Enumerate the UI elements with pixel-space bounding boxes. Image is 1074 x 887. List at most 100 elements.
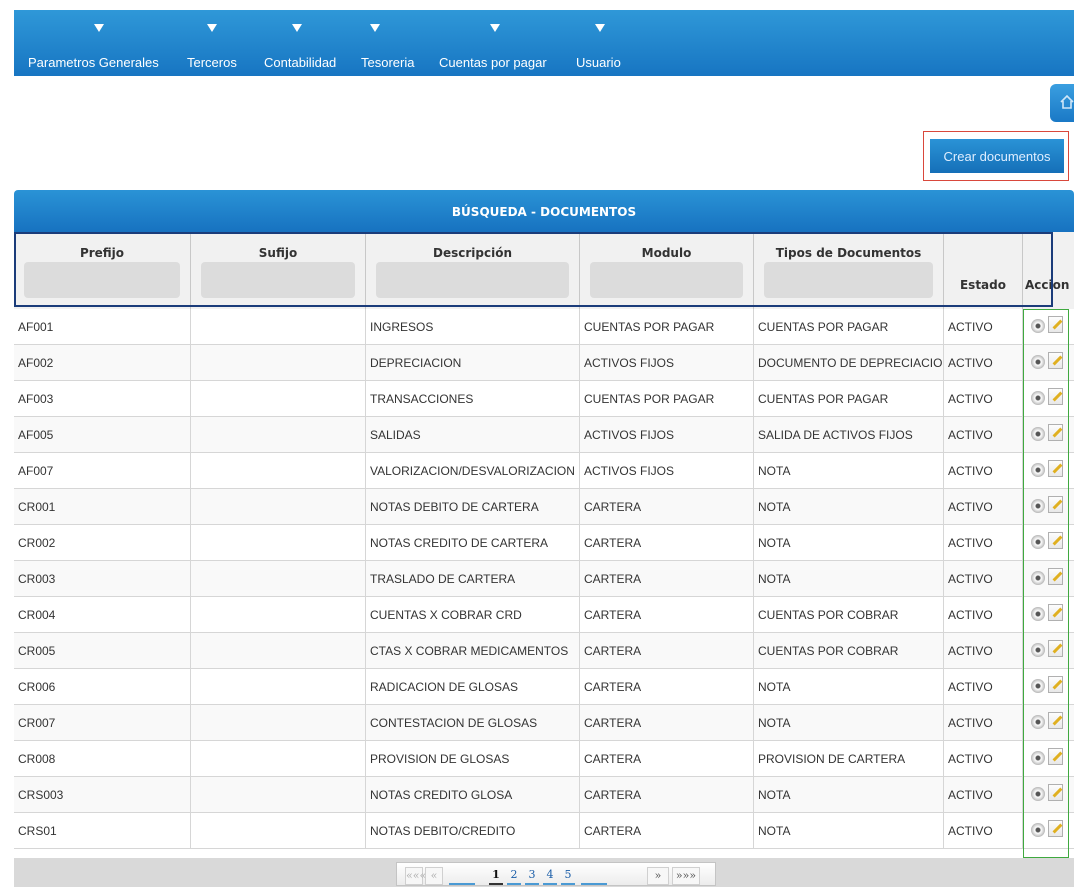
cell-estado: ACTIVO	[944, 705, 1023, 740]
cell-estado: ACTIVO	[944, 777, 1023, 812]
first-page-button[interactable]: «««	[405, 867, 426, 885]
page-1-button[interactable]: 1	[489, 867, 503, 885]
cell-prefijo: AF003	[14, 381, 191, 416]
dropdown-arrow-icon	[595, 24, 605, 32]
view-eye-icon[interactable]	[1031, 607, 1045, 621]
table-row: CR003 TRASLADO DE CARTERA CARTERA NOTA ACTIV…	[14, 561, 1074, 597]
descripcion-filter-input[interactable]	[376, 262, 569, 298]
view-eye-icon[interactable]	[1031, 715, 1045, 729]
column-header: Accion	[1025, 278, 1070, 292]
cell-prefijo: CR007	[14, 705, 191, 740]
cell-estado: ACTIVO	[944, 813, 1023, 848]
cell-prefijo: CR001	[14, 489, 191, 524]
table-row: CR008 PROVISION DE GLOSAS CARTERA PROVISION…	[14, 741, 1074, 777]
cell-prefijo: CR005	[14, 633, 191, 668]
view-eye-icon[interactable]	[1031, 427, 1045, 441]
cell-tipo-documento: CUENTAS POR PAGAR	[754, 309, 944, 344]
cell-accion	[1023, 453, 1074, 488]
view-eye-icon[interactable]	[1031, 355, 1045, 369]
view-eye-icon[interactable]	[1031, 499, 1045, 513]
edit-pencil-icon[interactable]	[1048, 496, 1063, 513]
edit-pencil-icon[interactable]	[1048, 388, 1063, 405]
modulo-filter-input[interactable]	[590, 262, 743, 298]
view-eye-icon[interactable]	[1031, 391, 1045, 405]
cell-descripcion: CTAS X COBRAR MEDICAMENTOS	[366, 633, 580, 668]
cell-descripcion: CUENTAS X COBRAR CRD	[366, 597, 580, 632]
view-eye-icon[interactable]	[1031, 463, 1045, 477]
cell-modulo: CUENTAS POR PAGAR	[580, 309, 754, 344]
edit-pencil-icon[interactable]	[1048, 532, 1063, 549]
cell-modulo: ACTIVOS FIJOS	[580, 453, 754, 488]
view-eye-icon[interactable]	[1031, 319, 1045, 333]
cell-prefijo: CRS003	[14, 777, 191, 812]
dropdown-arrow-icon	[370, 24, 380, 32]
column-estado: Estado	[944, 232, 1023, 309]
cell-modulo: CARTERA	[580, 741, 754, 776]
cell-modulo: CARTERA	[580, 813, 754, 848]
nav-label: Parametros Generales	[28, 55, 159, 70]
cell-prefijo: CRS01	[14, 813, 191, 848]
cell-estado: ACTIVO	[944, 345, 1023, 380]
cell-descripcion: NOTAS CREDITO DE CARTERA	[366, 525, 580, 560]
edit-pencil-icon[interactable]	[1048, 604, 1063, 621]
view-eye-icon[interactable]	[1031, 571, 1045, 585]
edit-pencil-icon[interactable]	[1048, 676, 1063, 693]
tipos-filter-input[interactable]	[764, 262, 933, 298]
column-header: Descripción	[433, 246, 512, 260]
column-prefijo: Prefijo	[14, 232, 191, 309]
cell-accion	[1023, 525, 1074, 560]
view-eye-icon[interactable]	[1031, 787, 1045, 801]
cell-prefijo: AF007	[14, 453, 191, 488]
edit-pencil-icon[interactable]	[1048, 424, 1063, 441]
view-eye-icon[interactable]	[1031, 823, 1045, 837]
nav-label: Tesoreria	[361, 55, 415, 70]
home-button[interactable]	[1050, 84, 1074, 122]
prefijo-filter-input[interactable]	[24, 262, 180, 298]
cell-prefijo: AF001	[14, 309, 191, 344]
cell-prefijo: AF002	[14, 345, 191, 380]
page-4-button[interactable]: 4	[543, 867, 557, 885]
column-accion: Accion	[1023, 232, 1074, 309]
page-2-button[interactable]: 2	[507, 867, 521, 885]
sufijo-filter-input[interactable]	[201, 262, 355, 298]
edit-pencil-icon[interactable]	[1048, 460, 1063, 477]
table-row: CR001 NOTAS DEBITO DE CARTERA CARTERA NOTA A…	[14, 489, 1074, 525]
cell-descripcion: NOTAS DEBITO/CREDITO	[366, 813, 580, 848]
cell-descripcion: DEPRECIACION	[366, 345, 580, 380]
cell-modulo: ACTIVOS FIJOS	[580, 345, 754, 380]
edit-pencil-icon[interactable]	[1048, 568, 1063, 585]
table-row: CR005 CTAS X COBRAR MEDICAMENTOS CARTERA CU…	[14, 633, 1074, 669]
cell-sufijo	[191, 381, 366, 416]
edit-pencil-icon[interactable]	[1048, 820, 1063, 837]
table-row: AF002 DEPRECIACION ACTIVOS FIJOS DOCUMENTO …	[14, 345, 1074, 381]
dropdown-arrow-icon	[94, 24, 104, 32]
create-button-highlight: Crear documentos	[923, 131, 1069, 181]
view-eye-icon[interactable]	[1031, 535, 1045, 549]
edit-pencil-icon[interactable]	[1048, 352, 1063, 369]
cell-modulo: ACTIVOS FIJOS	[580, 417, 754, 452]
edit-pencil-icon[interactable]	[1048, 316, 1063, 333]
view-eye-icon[interactable]	[1031, 643, 1045, 657]
cell-tipo-documento: CUENTAS POR COBRAR	[754, 633, 944, 668]
view-eye-icon[interactable]	[1031, 679, 1045, 693]
create-documents-button[interactable]: Crear documentos	[930, 139, 1064, 173]
cell-descripcion: NOTAS CREDITO GLOSA	[366, 777, 580, 812]
edit-pencil-icon[interactable]	[1048, 712, 1063, 729]
next-page-button[interactable]: »	[647, 867, 669, 885]
cell-sufijo	[191, 525, 366, 560]
table-row: AF005 SALIDAS ACTIVOS FIJOS SALIDA DE ACTIV…	[14, 417, 1074, 453]
cell-sufijo	[191, 309, 366, 344]
page-5-button[interactable]: 5	[561, 867, 575, 885]
top-nav-bar: Parametros Generales Terceros Contabilid…	[14, 10, 1074, 76]
cell-accion	[1023, 705, 1074, 740]
last-page-button[interactable]: »»»	[672, 867, 700, 885]
page-3-button[interactable]: 3	[525, 867, 539, 885]
edit-pencil-icon[interactable]	[1048, 748, 1063, 765]
edit-pencil-icon[interactable]	[1048, 640, 1063, 657]
cell-tipo-documento: DOCUMENTO DE DEPRECIACION	[754, 345, 944, 380]
edit-pencil-icon[interactable]	[1048, 784, 1063, 801]
prev-page-button[interactable]: «	[425, 867, 443, 885]
cell-modulo: CARTERA	[580, 705, 754, 740]
cell-estado: ACTIVO	[944, 741, 1023, 776]
view-eye-icon[interactable]	[1031, 751, 1045, 765]
